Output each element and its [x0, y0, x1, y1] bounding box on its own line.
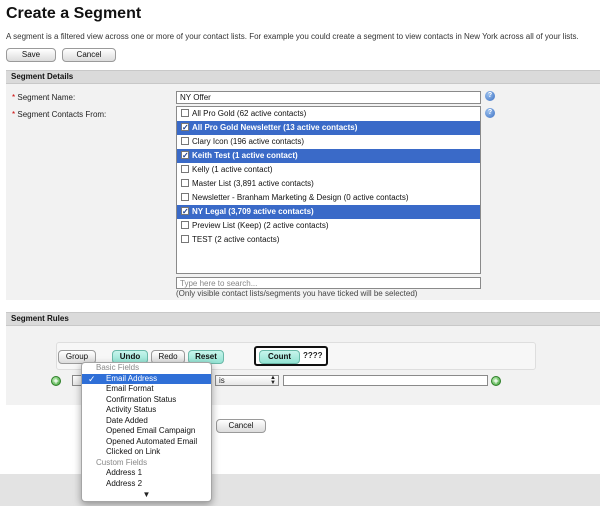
- list-checkbox[interactable]: [181, 235, 189, 243]
- add-condition-icon[interactable]: +: [491, 376, 501, 386]
- contact-list-label: Kelly (1 active contact): [192, 165, 273, 174]
- segment-details-heading: Segment Details: [6, 70, 600, 84]
- segment-contacts-label: * Segment Contacts From:: [12, 110, 106, 119]
- contact-list-label: All Pro Gold Newsletter (13 active conta…: [192, 123, 358, 132]
- dropdown-option[interactable]: Address 2: [82, 479, 211, 490]
- contact-list-label: Master List (3,891 active contacts): [192, 179, 314, 188]
- count-button[interactable]: Count: [259, 350, 300, 364]
- selection-hint: (Only visible contact lists/segments you…: [176, 289, 418, 298]
- dropdown-group-label: Basic Fields: [96, 363, 140, 372]
- dropdown-option[interactable]: Activity Status: [82, 405, 211, 416]
- contact-list-label: Keith Test (1 active contact): [192, 151, 298, 160]
- list-checkbox[interactable]: [181, 193, 189, 201]
- page-description: A segment is a filtered view across one …: [6, 32, 579, 41]
- dropdown-option[interactable]: Opened Email Campaign: [82, 426, 211, 437]
- segment-name-label-text: Segment Name:: [17, 93, 76, 102]
- list-checkbox[interactable]: [181, 221, 189, 229]
- segment-name-label: * Segment Name:: [12, 93, 75, 102]
- list-search-input[interactable]: Type here to search...: [176, 277, 481, 289]
- dropdown-option-label: Date Added: [106, 415, 148, 425]
- contact-list-row[interactable]: Preview List (Keep) (2 active contacts): [177, 219, 480, 233]
- dropdown-option-label: Opened Automated Email: [106, 436, 198, 446]
- contact-list-row[interactable]: Newsletter - Branham Marketing & Design …: [177, 191, 480, 205]
- dropdown-option-label: Clicked on Link: [106, 447, 161, 456]
- dropdown-option[interactable]: Opened Automated Email: [82, 437, 211, 448]
- list-checkbox[interactable]: [181, 205, 189, 219]
- contact-list-label: TEST (2 active contacts): [192, 235, 280, 244]
- contact-list-row[interactable]: TEST (2 active contacts): [177, 233, 480, 247]
- list-checkbox[interactable]: [181, 165, 189, 173]
- dropdown-option[interactable]: Clicked on Link: [82, 447, 211, 458]
- count-result: ????: [303, 351, 323, 360]
- rule-value-input[interactable]: [283, 375, 488, 386]
- contact-list-label: All Pro Gold (62 active contacts): [192, 109, 307, 118]
- operator-value: is: [219, 376, 225, 385]
- segment-rules-heading: Segment Rules: [6, 312, 600, 326]
- check-icon: ✓: [88, 373, 96, 384]
- contact-lists-box[interactable]: All Pro Gold (62 active contacts) All Pro…: [176, 106, 481, 274]
- list-checkbox[interactable]: [181, 179, 189, 187]
- dropdown-option-label: Confirmation Status: [106, 394, 177, 404]
- dropdown-option-label: Email Format: [106, 384, 154, 393]
- dropdown-option[interactable]: Email Format: [82, 384, 211, 395]
- contact-list-row[interactable]: Keith Test (1 active contact): [177, 149, 480, 163]
- list-checkbox[interactable]: [181, 121, 189, 135]
- dropdown-option-label: Activity Status: [106, 405, 157, 414]
- dropdown-group-label: Custom Fields: [96, 457, 148, 467]
- dropdown-option[interactable]: Date Added: [82, 416, 211, 427]
- dropdown-option[interactable]: Confirmation Status: [82, 395, 211, 406]
- operator-select[interactable]: is ▲ ▼: [215, 375, 279, 386]
- help-icon[interactable]: ?: [485, 91, 495, 101]
- dropdown-option-label: Address 1: [106, 468, 143, 477]
- contact-list-label: Clary Icon (196 active contacts): [192, 137, 305, 146]
- list-checkbox[interactable]: [181, 149, 189, 163]
- dropdown-option[interactable]: ✓ Email Address: [82, 373, 211, 384]
- dropdown-option-label: Opened Email Campaign: [106, 426, 196, 435]
- page-title: Create a Segment: [6, 5, 142, 22]
- contact-list-row[interactable]: Clary Icon (196 active contacts): [177, 135, 480, 149]
- contact-list-row[interactable]: Kelly (1 active contact): [177, 163, 480, 177]
- contact-list-label: Newsletter - Branham Marketing & Design …: [192, 193, 409, 202]
- required-mark: *: [12, 110, 16, 119]
- required-mark: *: [12, 93, 16, 102]
- contact-list-row[interactable]: All Pro Gold (62 active contacts): [177, 107, 480, 121]
- help-icon[interactable]: ?: [485, 108, 495, 118]
- select-arrows-icon: ▲ ▼: [270, 375, 276, 386]
- list-checkbox[interactable]: [181, 109, 189, 117]
- list-checkbox[interactable]: [181, 137, 189, 145]
- contact-list-row[interactable]: Master List (3,891 active contacts): [177, 177, 480, 191]
- bottom-cancel-button[interactable]: Cancel: [216, 419, 266, 433]
- contact-list-row[interactable]: All Pro Gold Newsletter (13 active conta…: [177, 121, 480, 135]
- field-dropdown-menu[interactable]: Basic Fields ✓ Email Address Email Format Co…: [81, 362, 212, 502]
- dropdown-option-label: Address 2: [106, 478, 143, 488]
- scroll-down-icon[interactable]: ▼: [82, 490, 211, 499]
- contact-list-label: NY Legal (3,709 active contacts): [192, 207, 314, 216]
- dropdown-option[interactable]: Address 1: [82, 468, 211, 479]
- add-rule-icon[interactable]: +: [51, 376, 61, 386]
- segment-name-input[interactable]: NY Offer: [176, 91, 481, 104]
- segment-contacts-label-text: Segment Contacts From:: [17, 110, 107, 119]
- cancel-button[interactable]: Cancel: [62, 48, 116, 62]
- dropdown-option-label: Email Address: [106, 373, 158, 383]
- contact-list-row[interactable]: NY Legal (3,709 active contacts): [177, 205, 480, 219]
- contact-list-label: Preview List (Keep) (2 active contacts): [192, 221, 329, 230]
- save-button[interactable]: Save: [6, 48, 56, 62]
